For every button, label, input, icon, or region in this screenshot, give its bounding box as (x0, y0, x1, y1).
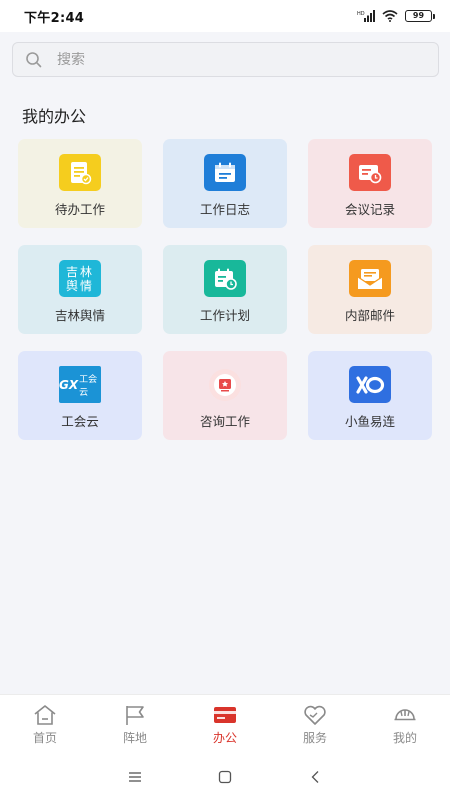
svg-text:HD: HD (357, 11, 365, 17)
home-icon (34, 705, 56, 725)
tile-label: 工作计划 (199, 308, 250, 323)
flag-icon (126, 706, 144, 725)
tile-xiaoyu-yilian[interactable]: 小鱼易连 (308, 351, 432, 440)
work-plan-icon (204, 260, 246, 297)
jilin-icon-text-top: 吉林 (65, 264, 94, 279)
section-title: 我的办公 (22, 107, 87, 126)
consult-work-icon (204, 366, 246, 403)
jilin-icon-text-bottom: 舆情 (65, 278, 94, 293)
internal-mail-icon (349, 260, 391, 297)
meeting-record-icon (349, 154, 391, 191)
nav-label: 我的 (392, 731, 417, 745)
union-icon-text-gx: GX (59, 377, 79, 392)
tile-label: 待办工作 (54, 202, 105, 217)
battery-icon: 99 (405, 10, 435, 22)
tile-jilin-opinion[interactable]: 吉林 舆情 吉林舆情 (18, 245, 142, 334)
search-input[interactable] (57, 51, 387, 68)
tile-todo-work[interactable]: 待办工作 (18, 139, 142, 228)
back-icon[interactable] (304, 766, 326, 788)
tile-internal-mail[interactable]: 内部邮件 (308, 245, 432, 334)
office-grid: 待办工作 工作日志 会议记录 吉林 舆情 吉林舆情 工作计划 内部邮件 GX 工… (18, 139, 432, 440)
union-cloud-icon: GX 工会云 (59, 366, 101, 403)
work-log-icon (204, 154, 246, 191)
todo-doc-icon (59, 154, 101, 191)
jilin-opinion-icon: 吉林 舆情 (59, 260, 101, 297)
nav-item-service[interactable]: 服务 (270, 695, 360, 753)
nav-item-position[interactable]: 阵地 (90, 695, 180, 753)
union-icon-text-label: 工会云 (79, 374, 98, 398)
nav-label: 办公 (212, 731, 237, 745)
office-card-icon (214, 707, 236, 723)
nav-label: 阵地 (122, 731, 147, 745)
tile-work-log[interactable]: 工作日志 (163, 139, 287, 228)
home-square-icon[interactable] (214, 766, 236, 788)
search-bar[interactable] (12, 42, 439, 77)
bottom-nav: 首页 阵地 办公 服务 我的 (0, 694, 450, 753)
nav-label: 首页 (32, 731, 57, 745)
tile-meeting-record[interactable]: 会议记录 (308, 139, 432, 228)
nav-label: 服务 (302, 731, 327, 745)
tile-label: 吉林舆情 (54, 308, 105, 323)
helmet-icon (394, 709, 416, 721)
status-bar: 下午2:44 HD 99 (0, 0, 450, 32)
tile-label: 小鱼易连 (344, 414, 395, 429)
tile-label: 内部邮件 (344, 308, 395, 323)
tile-label: 会议记录 (344, 202, 395, 217)
tile-label: 咨询工作 (199, 414, 250, 429)
nav-item-mine[interactable]: 我的 (360, 695, 450, 753)
tile-union-cloud[interactable]: GX 工会云 工会云 (18, 351, 142, 440)
signal-icon: HD (357, 10, 375, 22)
tile-label: 工会云 (61, 414, 99, 429)
tile-work-plan[interactable]: 工作计划 (163, 245, 287, 334)
heart-hands-icon (304, 705, 326, 725)
wifi-icon (382, 10, 398, 22)
nav-item-home[interactable]: 首页 (0, 695, 90, 753)
search-icon (26, 51, 42, 67)
menu-icon[interactable] (124, 766, 146, 788)
status-time: 下午2:44 (24, 10, 85, 26)
system-nav-bar (0, 753, 450, 800)
status-icons: HD 99 (357, 10, 435, 22)
nav-item-office[interactable]: 办公 (180, 695, 270, 753)
tile-consult-work[interactable]: 咨询工作 (163, 351, 287, 440)
xiaoyu-yilian-icon (349, 366, 391, 403)
tile-label: 工作日志 (199, 202, 250, 217)
